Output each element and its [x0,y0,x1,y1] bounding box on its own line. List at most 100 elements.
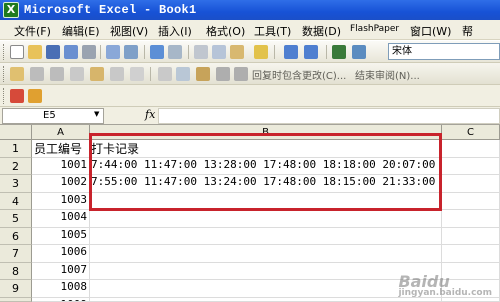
cell-a3[interactable]: 1002 [32,175,90,193]
column-header-a[interactable]: A [32,125,90,140]
font-name-box[interactable]: 宋体 [388,43,500,60]
cell-a2[interactable]: 1001 [32,157,90,175]
row-header[interactable]: 5 [0,210,32,228]
cell-c5[interactable] [442,210,500,228]
toolbar-grip[interactable] [3,44,6,60]
save-icon[interactable] [46,45,60,59]
reply-with-changes-button[interactable]: 回复时包含更改(C)... [252,67,346,82]
menu-bar: 文件(F) 编辑(E) 视图(V) 插入(I) 格式(O) 工具(T) 数据(D… [0,20,500,40]
cell-a7[interactable]: 1006 [32,245,90,263]
print-icon[interactable] [82,45,96,59]
menu-edit[interactable]: 编辑(E) [62,23,100,39]
select-all-corner[interactable] [0,125,32,140]
attach-icon[interactable] [216,67,230,81]
drawing-toolbar [0,85,500,107]
cell-a4[interactable]: 1003 [32,192,90,210]
cell-b6[interactable] [90,227,442,245]
row-header[interactable]: 8 [0,262,32,280]
menu-view[interactable]: 视图(V) [110,23,148,39]
send-mail-icon[interactable] [176,67,190,81]
cell-a5[interactable]: 1004 [32,210,90,228]
help-icon[interactable] [352,45,366,59]
cell-a9[interactable]: 1008 [32,280,90,298]
open-icon[interactable] [28,45,42,59]
menu-flashpaper[interactable]: FlashPaper [350,24,399,34]
cell-c4[interactable] [442,192,500,210]
show-comment-icon[interactable] [70,67,84,81]
cell-b5[interactable] [90,210,442,228]
name-box[interactable]: E5 [2,108,104,124]
window-title: Microsoft Excel - Book1 [24,3,197,17]
row-header[interactable]: 4 [0,192,32,210]
cell-a6[interactable]: 1005 [32,227,90,245]
cell-b7[interactable] [90,245,442,263]
cell-a10[interactable]: 1009 [32,297,90,302]
row-header[interactable]: 3 [0,175,32,193]
research-pane-icon[interactable] [168,45,182,59]
print-preview-icon[interactable] [106,45,120,59]
new-icon[interactable] [10,45,24,59]
cell-a1[interactable]: 员工编号 [32,140,90,158]
menu-help[interactable]: 帮 [462,23,473,39]
mark-comment-icon[interactable] [130,67,144,81]
highlight-annotation-box [89,133,442,211]
menu-window[interactable]: 窗口(W) [410,23,451,39]
copy-icon[interactable] [212,45,226,59]
cut-icon[interactable] [194,45,208,59]
row-header[interactable]: 9 [0,280,32,298]
delete-comment-icon[interactable] [110,67,124,81]
spelling-icon[interactable] [150,45,164,59]
title-bar: X Microsoft Excel - Book1 [0,0,500,20]
cell-c2[interactable] [442,157,500,175]
insert-function-icon[interactable]: fx [145,108,155,121]
reviewing-pane-icon[interactable] [158,67,172,81]
menu-insert[interactable]: 插入(I) [158,23,192,39]
cell-c3[interactable] [442,175,500,193]
flashpaper-icon[interactable] [28,89,42,103]
research-icon[interactable] [124,45,138,59]
row-header[interactable]: 1 [0,140,32,158]
end-review-button[interactable]: 结束审阅(N)... [355,67,420,82]
track-icon[interactable] [196,67,210,81]
format-painter-icon[interactable] [254,45,268,59]
cell-c1[interactable] [442,140,500,158]
formula-bar: E5 ▼ fx [0,107,500,125]
menu-data[interactable]: 数据(D) [302,23,341,39]
undo-icon[interactable] [284,45,298,59]
excel-app-icon: X [3,2,19,18]
paste-icon[interactable] [230,45,244,59]
next-comment-icon[interactable] [50,67,64,81]
row-header[interactable]: 10 [0,297,32,302]
permission-icon[interactable] [64,45,78,59]
cell-b9[interactable] [90,280,442,298]
row-header[interactable]: 7 [0,245,32,263]
previous-comment-icon[interactable] [30,67,44,81]
watermark-logo: Baidu jingyan.baidu.com [398,272,492,298]
cell-c7[interactable] [442,245,500,263]
cell-c10[interactable] [442,297,500,302]
menu-file[interactable]: 文件(F) [14,23,51,39]
cell-c6[interactable] [442,227,500,245]
reviewing-toolbar: 回复时包含更改(C)... 结束审阅(N)... [0,63,500,85]
new-comment-icon[interactable] [10,67,24,81]
toolbar-grip[interactable] [3,66,6,82]
row-header[interactable]: 2 [0,157,32,175]
table-row: 1004 [32,210,500,228]
table-row: 1009 [32,297,500,302]
menu-tools[interactable]: 工具(T) [254,23,291,39]
table-row: 1006 [32,245,500,263]
redo-icon[interactable] [304,45,318,59]
name-box-dropdown-icon[interactable]: ▼ [94,110,99,118]
column-header-c[interactable]: C [442,125,500,140]
show-all-comments-icon[interactable] [90,67,104,81]
cell-b10[interactable] [90,297,442,302]
menu-format[interactable]: 格式(O) [206,23,245,39]
autosum-icon[interactable] [332,45,346,59]
cell-b8[interactable] [90,262,442,280]
formula-input[interactable] [158,108,500,124]
pdf-icon[interactable] [10,89,24,103]
reply-icon[interactable] [234,67,248,81]
cell-a8[interactable]: 1007 [32,262,90,280]
toolbar-grip[interactable] [3,88,6,104]
row-header[interactable]: 6 [0,227,32,245]
